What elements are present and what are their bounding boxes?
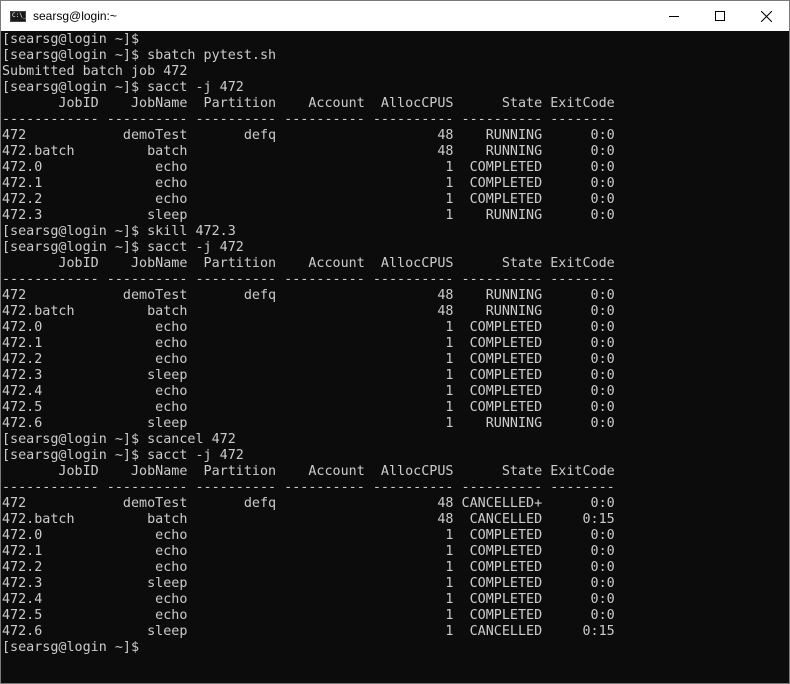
table-header: JobID JobName Partition Account AllocCPU…: [2, 256, 615, 271]
table-row: 472.6 sleep 1 RUNNING 0:0: [2, 416, 615, 431]
close-button[interactable]: [743, 1, 789, 31]
table-header: JobID JobName Partition Account AllocCPU…: [2, 464, 615, 479]
prompt-line: [searsg@login ~]$ sbatch pytest.sh: [2, 48, 277, 63]
prompt-line: [searsg@login ~]$ sacct -j 472: [2, 240, 244, 255]
table-row: 472.4 echo 1 COMPLETED 0:0: [2, 592, 615, 607]
window-title: searsg@login:~: [33, 9, 117, 23]
table-row: 472 demoTest defq 48 RUNNING 0:0: [2, 288, 615, 303]
prompt-line: [searsg@login ~]$ sacct -j 472: [2, 448, 244, 463]
table-row: 472.6 sleep 1 CANCELLED 0:15: [2, 624, 615, 639]
table-row: 472.batch batch 48 CANCELLED 0:15: [2, 512, 615, 527]
terminal-window: searsg@login:~ [searsg@login ~]$[searsg@…: [0, 0, 790, 684]
prompt-line: [searsg@login ~]$ scancel 472: [2, 432, 236, 447]
maximize-icon: [715, 11, 725, 21]
table-header: JobID JobName Partition Account AllocCPU…: [2, 96, 615, 111]
window-controls: [651, 1, 789, 31]
table-row: 472.0 echo 1 COMPLETED 0:0: [2, 320, 615, 335]
table-separator: ------------ ---------- ---------- -----…: [2, 112, 615, 127]
table-row: 472.3 sleep 1 COMPLETED 0:0: [2, 576, 615, 591]
console-icon: [10, 10, 26, 22]
terminal-line: Submitted batch job 472: [2, 64, 188, 79]
minimize-icon: [669, 16, 679, 17]
table-row: 472.batch batch 48 RUNNING 0:0: [2, 304, 615, 319]
table-row: 472.3 sleep 1 RUNNING 0:0: [2, 208, 615, 223]
table-separator: ------------ ---------- ---------- -----…: [2, 272, 615, 287]
table-row: 472.2 echo 1 COMPLETED 0:0: [2, 560, 615, 575]
table-row: 472.batch batch 48 RUNNING 0:0: [2, 144, 615, 159]
table-row: 472.1 echo 1 COMPLETED 0:0: [2, 176, 615, 191]
title-bar[interactable]: searsg@login:~: [1, 1, 789, 31]
table-row: 472.0 echo 1 COMPLETED 0:0: [2, 528, 615, 543]
table-row: 472.5 echo 1 COMPLETED 0:0: [2, 400, 615, 415]
prompt-line: [searsg@login ~]$: [2, 640, 140, 655]
prompt-line: [searsg@login ~]$ skill 472.3: [2, 224, 236, 239]
maximize-button[interactable]: [697, 1, 743, 31]
table-row: 472 demoTest defq 48 RUNNING 0:0: [2, 128, 615, 143]
table-row: 472.1 echo 1 COMPLETED 0:0: [2, 336, 615, 351]
table-row: 472.3 sleep 1 COMPLETED 0:0: [2, 368, 615, 383]
prompt-line: [searsg@login ~]$ sacct -j 472: [2, 80, 244, 95]
minimize-button[interactable]: [651, 1, 697, 31]
table-row: 472.0 echo 1 COMPLETED 0:0: [2, 160, 615, 175]
table-row: 472.1 echo 1 COMPLETED 0:0: [2, 544, 615, 559]
prompt-line: [searsg@login ~]$: [2, 32, 140, 47]
table-row: 472 demoTest defq 48 CANCELLED+ 0:0: [2, 496, 615, 511]
table-separator: ------------ ---------- ---------- -----…: [2, 480, 615, 495]
table-row: 472.2 echo 1 COMPLETED 0:0: [2, 352, 615, 367]
table-row: 472.5 echo 1 COMPLETED 0:0: [2, 608, 615, 623]
table-row: 472.4 echo 1 COMPLETED 0:0: [2, 384, 615, 399]
table-row: 472.2 echo 1 COMPLETED 0:0: [2, 192, 615, 207]
terminal-output[interactable]: [searsg@login ~]$ [searsg@login ~]$ sbatc…: [1, 31, 789, 683]
close-icon: [760, 10, 772, 22]
